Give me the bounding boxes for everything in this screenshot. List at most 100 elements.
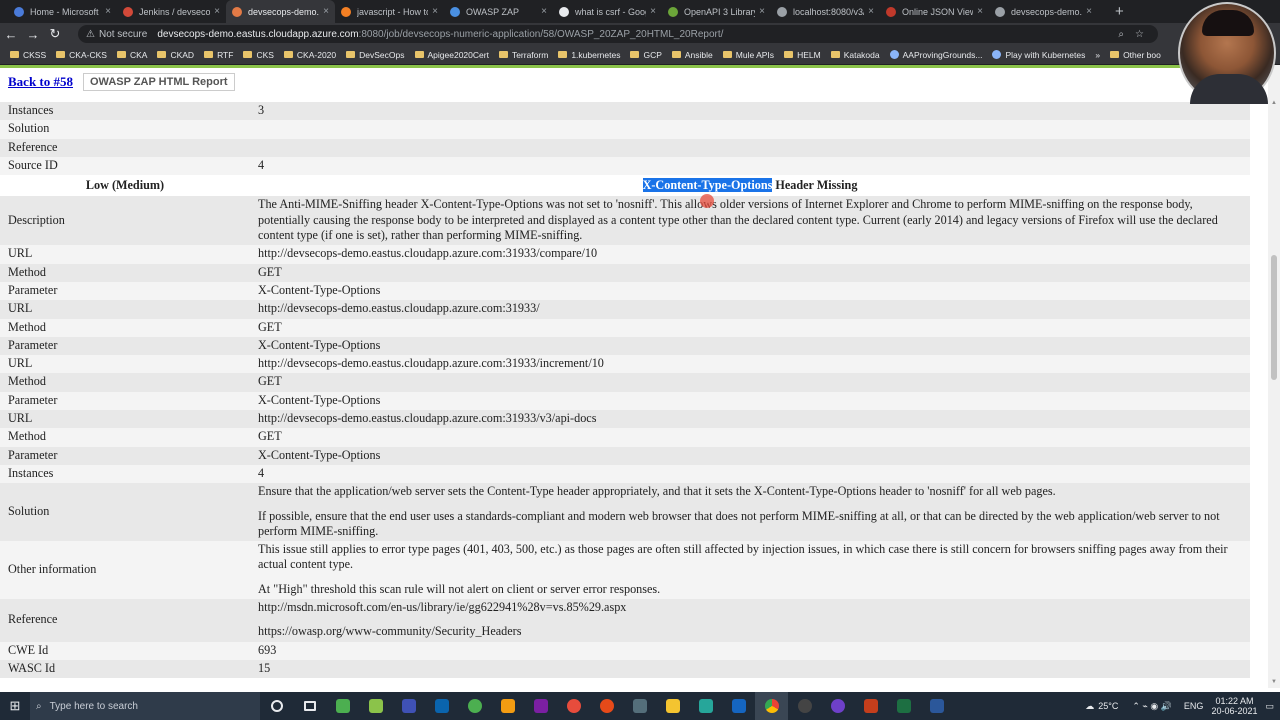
browser-tab[interactable]: localhost:8080/v3/×: [771, 0, 880, 23]
browser-tab[interactable]: Jenkins / devsecop ×: [117, 0, 226, 23]
row-label: URL: [0, 355, 250, 374]
bookmark-item[interactable]: Mule APIs: [722, 50, 774, 60]
browser-tab[interactable]: devsecops-demo.e ×: [989, 0, 1098, 23]
forward-arrow-icon[interactable]: →: [22, 27, 44, 42]
bookmark-star-icon[interactable]: ☆: [1135, 29, 1144, 40]
chrome-icon[interactable]: [755, 692, 788, 720]
bookmark-item[interactable]: CKS: [243, 50, 274, 60]
back-arrow-icon[interactable]: ←: [0, 27, 22, 42]
row-value: GET: [250, 428, 1250, 447]
browser-tab[interactable]: Home - Microsoft ×: [8, 0, 117, 23]
browser-tab[interactable]: Online JSON View ×: [880, 0, 989, 23]
file-explorer-icon[interactable]: [656, 692, 689, 720]
table-row: Instances 4: [0, 464, 1250, 484]
app-icon[interactable]: [458, 692, 491, 720]
close-tab-icon[interactable]: ×: [759, 6, 765, 17]
close-tab-icon[interactable]: ×: [105, 6, 111, 17]
search-icon[interactable]: ⌕: [1118, 29, 1124, 40]
tab-title: devsecops-demo.e: [1011, 6, 1083, 17]
row-label: Reference: [0, 138, 250, 157]
notifications-icon[interactable]: ▭: [1265, 701, 1274, 712]
app-icon[interactable]: [590, 692, 623, 720]
browser-tab[interactable]: devsecops-demo.e ×: [226, 0, 335, 23]
app-icon[interactable]: [392, 692, 425, 720]
bookmark-item[interactable]: Ansible: [671, 49, 713, 60]
browser-tab[interactable]: javascript - How to ×: [335, 0, 444, 23]
app-icon[interactable]: [326, 692, 359, 720]
report-page: Back to #58 OWASP ZAP HTML Report Instan…: [0, 65, 1268, 688]
bookmark-item[interactable]: RTF: [204, 50, 233, 60]
app-icon[interactable]: [557, 692, 590, 720]
bookmarks-bar: CKSS CKA-CKS CKA CKAD RTF CKS CKA-2020 DevSecOp…: [0, 45, 1280, 65]
app-icon[interactable]: [491, 692, 524, 720]
bookmark-item[interactable]: CKA-CKS: [56, 50, 107, 60]
app-icon[interactable]: [524, 692, 557, 720]
clock-time: 01:22 AM: [1215, 696, 1254, 706]
bookmark-item[interactable]: Katakoda: [830, 50, 880, 60]
cortana-icon[interactable]: [260, 692, 293, 720]
table-row: Reference: [0, 138, 1250, 157]
bookmark-item[interactable]: Other boo: [1110, 50, 1161, 60]
bookmark-item[interactable]: HELM: [784, 50, 821, 60]
clock[interactable]: 01:22 AM 20-06-2021: [1211, 696, 1257, 716]
other-information-value: This issue still applies to error type p…: [250, 541, 1250, 600]
row-value: GET: [250, 318, 1250, 337]
folder-icon: [283, 51, 293, 58]
solution-value-paragraph: If possible, ensure that the end user us…: [258, 508, 1220, 538]
browser-tab[interactable]: what is csrf - Goog ×: [553, 0, 662, 23]
windows-start-icon[interactable]: ⊞: [0, 692, 30, 720]
row-label: WASC Id: [0, 659, 250, 679]
bookmark-item[interactable]: GCP: [630, 50, 662, 60]
browser-toolbar: ← → ↻ ⚠ Not secure devsecops-demo.eastus…: [0, 23, 1280, 45]
app-icon[interactable]: [623, 692, 656, 720]
close-tab-icon[interactable]: ×: [868, 6, 874, 17]
bookmark-item[interactable]: Play with Kubernetes: [992, 50, 1085, 60]
taskbar-search[interactable]: ⌕ Type here to search: [30, 692, 260, 720]
close-tab-icon[interactable]: ×: [650, 6, 656, 17]
bookmark-item[interactable]: Apigee2020Cert: [414, 50, 489, 60]
bookmark-item[interactable]: DevSecOps: [346, 50, 405, 60]
close-tab-icon[interactable]: ×: [977, 6, 983, 17]
browser-tab[interactable]: OpenAPI 3 Library ×: [662, 0, 771, 23]
app-icon[interactable]: [359, 692, 392, 720]
browser-tab[interactable]: OWASP ZAP ×: [444, 0, 553, 23]
close-tab-icon[interactable]: ×: [1086, 6, 1092, 17]
table-row: Parameter X-Content-Type-Options: [0, 336, 1250, 356]
bookmark-item[interactable]: CKAD: [157, 50, 194, 60]
bookmark-item[interactable]: AAProvingGrounds...: [889, 50, 982, 60]
bookmark-item[interactable]: CKA: [116, 50, 147, 60]
tray-icons[interactable]: ⌃ ⌁ ◉ 🔊: [1132, 701, 1172, 712]
bookmark-item[interactable]: »: [1095, 50, 1100, 60]
bookmark-item[interactable]: CKSS: [10, 50, 46, 60]
bookmark-item[interactable]: 1.kubernetes: [558, 50, 620, 60]
language-indicator[interactable]: ENG: [1184, 701, 1204, 711]
page-scrollbar[interactable]: ▲ ▼: [1268, 65, 1280, 688]
outlook-icon[interactable]: [425, 692, 458, 720]
bookmark-label: Ansible: [684, 49, 713, 60]
task-view-icon[interactable]: [293, 692, 326, 720]
report-title-button[interactable]: OWASP ZAP HTML Report: [83, 72, 235, 91]
close-tab-icon[interactable]: ×: [432, 6, 438, 17]
row-label: Parameter: [0, 446, 250, 465]
app-icon[interactable]: [788, 692, 821, 720]
powerpoint-icon[interactable]: [854, 692, 887, 720]
close-tab-icon[interactable]: ×: [541, 6, 547, 17]
back-to-build-link[interactable]: Back to #58: [8, 74, 73, 90]
close-tab-icon[interactable]: ×: [214, 6, 220, 17]
github-icon[interactable]: [821, 692, 854, 720]
bookmark-item[interactable]: Terraform: [498, 50, 548, 60]
scroll-down-icon[interactable]: ▼: [1271, 679, 1277, 685]
app-icon[interactable]: [689, 692, 722, 720]
address-bar[interactable]: ⚠ Not secure devsecops-demo.eastus.cloud…: [78, 25, 1158, 43]
reload-icon[interactable]: ↻: [44, 26, 66, 42]
excel-icon[interactable]: [887, 692, 920, 720]
bookmark-item[interactable]: CKA-2020: [283, 50, 336, 60]
scroll-up-icon[interactable]: ▲: [1271, 100, 1277, 106]
scrollbar-thumb[interactable]: [1271, 255, 1277, 380]
app-icon[interactable]: [722, 692, 755, 720]
close-tab-icon[interactable]: ×: [323, 6, 329, 17]
globe-icon: [992, 50, 1002, 59]
new-tab-button[interactable]: +: [1115, 3, 1124, 20]
word-icon[interactable]: [920, 692, 953, 720]
row-label: Solution: [0, 483, 250, 542]
